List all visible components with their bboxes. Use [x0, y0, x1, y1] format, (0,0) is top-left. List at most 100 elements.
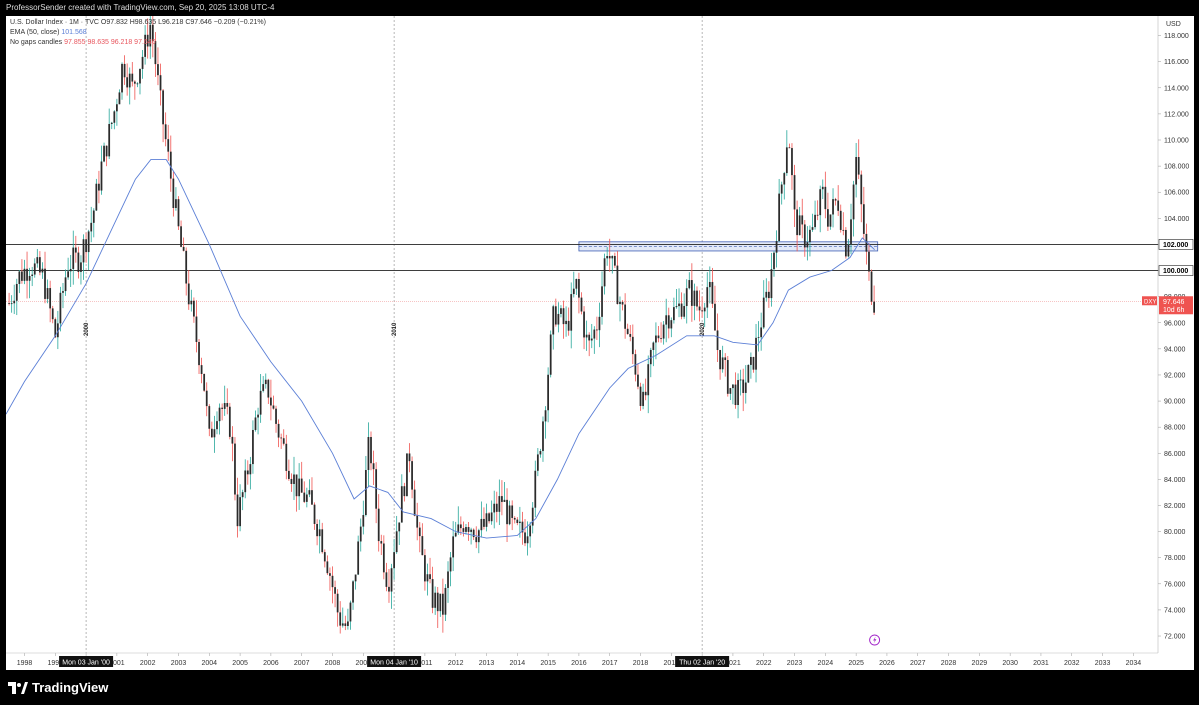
- candle-body: [418, 527, 421, 537]
- candle-body: [298, 478, 301, 497]
- candle-body: [503, 499, 506, 502]
- candle-body: [293, 474, 295, 484]
- candle-body: [583, 311, 585, 338]
- candle-body: [257, 414, 259, 418]
- candle-body: [611, 255, 614, 259]
- candle-body: [801, 215, 804, 225]
- candle-body: [372, 463, 375, 470]
- candle-body: [270, 397, 272, 406]
- candle-body: [393, 552, 395, 569]
- candle-body: [716, 330, 719, 351]
- candle-body: [326, 561, 329, 574]
- candle-body: [385, 572, 388, 587]
- candle-body: [644, 391, 647, 396]
- candle-body: [234, 443, 236, 495]
- candle-body: [388, 586, 390, 592]
- candle-body: [31, 274, 34, 276]
- candle-body: [844, 229, 847, 257]
- candle-body: [213, 429, 216, 438]
- candle-body: [136, 83, 139, 85]
- candle-body: [860, 174, 863, 205]
- candle-body: [77, 252, 80, 272]
- candle-body: [264, 379, 267, 385]
- crosshair-date-label: Mon 04 Jan '10: [370, 660, 418, 667]
- candle-body: [678, 303, 680, 307]
- candle-body: [783, 173, 786, 185]
- candle-body: [208, 406, 211, 429]
- candle-body: [280, 437, 283, 439]
- candle-body: [198, 341, 200, 366]
- candle-body: [572, 288, 575, 295]
- candle-body: [259, 390, 262, 415]
- candle-body: [295, 474, 298, 497]
- candle-body: [15, 283, 18, 301]
- chart-panel[interactable]: 1998199920002001200220032004200520062007…: [6, 16, 1194, 670]
- candle-body: [218, 407, 221, 422]
- candle-body: [172, 178, 175, 208]
- x-tick-label: 2008: [325, 660, 341, 667]
- candle-body: [862, 204, 865, 234]
- candle-body: [673, 307, 675, 321]
- candle-body: [631, 336, 634, 355]
- candle-body: [770, 269, 773, 299]
- price-chart[interactable]: 1998199920002001200220032004200520062007…: [6, 16, 1194, 670]
- candle-body: [110, 122, 113, 124]
- candle-body: [567, 320, 570, 331]
- candle-body: [121, 63, 123, 93]
- candle-body: [721, 357, 724, 370]
- candle-body: [424, 555, 426, 582]
- candle-body: [205, 390, 208, 407]
- candle-body: [100, 161, 103, 191]
- y-tick-label: 88.000: [1164, 425, 1186, 432]
- candle-body: [803, 224, 806, 248]
- candle-body: [357, 541, 360, 575]
- x-tick-label: 2023: [787, 660, 803, 667]
- candle-body: [693, 290, 696, 306]
- x-tick-label: 2017: [602, 660, 618, 667]
- candle-body: [729, 388, 732, 394]
- tradingview-logo[interactable]: TradingView: [8, 680, 108, 695]
- candle-body: [370, 437, 372, 464]
- candle-body: [575, 279, 578, 289]
- candle-body: [131, 73, 134, 82]
- candle-body: [652, 342, 655, 350]
- candle-body: [621, 301, 624, 305]
- candle-body: [380, 541, 383, 544]
- candle-body: [814, 214, 816, 228]
- candle-body: [465, 527, 467, 532]
- candle-body: [403, 486, 406, 497]
- candle-body: [228, 406, 231, 437]
- candle-body: [490, 512, 493, 522]
- candle-body: [82, 239, 85, 263]
- candle-body: [416, 515, 419, 528]
- candle-body: [241, 492, 244, 498]
- candle-body: [105, 145, 108, 157]
- candle-body: [459, 524, 462, 529]
- candle-body: [8, 303, 10, 304]
- candle-body: [467, 527, 470, 532]
- candle-body: [362, 515, 365, 527]
- candle-body: [706, 287, 709, 308]
- candle-body: [757, 337, 760, 339]
- candle-body: [711, 281, 714, 304]
- candle-body: [116, 104, 118, 112]
- candle-body: [316, 523, 318, 537]
- candle-body: [780, 184, 783, 194]
- x-tick-label: 2029: [972, 660, 988, 667]
- candle-body: [221, 407, 224, 409]
- legend-symbol-line: U.S. Dollar Index · 1M · TVC O97.832 H98…: [10, 19, 266, 26]
- candle-body: [480, 518, 483, 531]
- candle-body: [747, 364, 750, 383]
- candle-body: [552, 306, 555, 335]
- candle-body: [23, 268, 26, 281]
- candle-body: [287, 470, 290, 479]
- candle-body: [793, 175, 796, 210]
- candle-body: [223, 403, 226, 409]
- candle-body: [308, 490, 311, 495]
- y-tick-label: 74.000: [1164, 607, 1186, 614]
- candle-body: [765, 291, 768, 298]
- x-tick-label: 2028: [941, 660, 957, 667]
- candle-body: [511, 505, 514, 518]
- candle-body: [483, 518, 485, 527]
- candle-body: [364, 469, 367, 516]
